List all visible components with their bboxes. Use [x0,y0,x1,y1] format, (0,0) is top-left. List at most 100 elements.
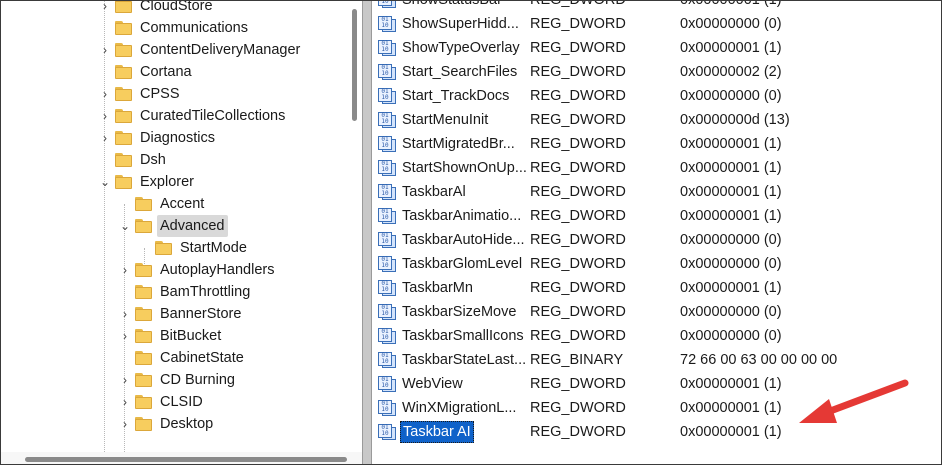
folder-icon [135,351,152,365]
tree-node[interactable]: › BitBucket [1,325,346,347]
chevron-right-icon [139,237,151,259]
value-type: REG_DWORD [530,64,626,80]
chevron-right-icon[interactable]: › [119,413,131,435]
tree-node-label: Communications [140,20,248,36]
tree-node[interactable]: › ContentDeliveryManager [1,39,346,61]
reg-dword-icon: 0110 [378,136,396,152]
tree-node[interactable]: ⌄ Explorer [1,171,346,193]
tree-node-label: CPSS [140,86,180,102]
reg-dword-icon: 0110 [378,184,396,200]
value-type: REG_DWORD [530,1,626,12]
chevron-right-icon[interactable]: › [119,325,131,347]
folder-icon [115,109,132,123]
value-row[interactable]: 01 10 StartMigratedBr... REG_DWORD 0x0000000… [372,132,941,156]
reg-dword-icon: 0110 [378,1,396,8]
value-row[interactable]: 01 10 TaskbarSizeMove REG_DWORD 0x00000000 (… [372,300,941,324]
value-type: REG_DWORD [530,16,626,32]
value-type: REG_DWORD [530,112,626,128]
value-type: REG_DWORD [530,328,626,344]
reg-dword-icon: 0110 [378,112,396,128]
tree-node[interactable]: › CuratedTileCollections [1,105,346,127]
value-name: StartMigratedBr... [402,136,515,152]
value-row[interactable]: 01 10 TaskbarAl REG_DWORD 0x00000001 (1) [372,180,941,204]
tree-node[interactable]: › BannerStore [1,303,346,325]
value-row[interactable]: 01 10 Start_SearchFiles REG_DWORD 0x00000002… [372,60,941,84]
chevron-right-icon[interactable]: › [119,303,131,325]
chevron-right-icon[interactable]: › [99,105,111,127]
tree-node[interactable]: › CD Burning [1,369,346,391]
value-row[interactable]: 0110 ShowStatusBar REG_DWORD 0x00000001 (1) [372,1,941,12]
chevron-right-icon[interactable]: › [99,39,111,61]
chevron-right-icon[interactable]: › [119,369,131,391]
pane-splitter[interactable] [362,1,372,464]
reg-dword-icon: 0110 [378,280,396,296]
tree-node[interactable]: › CLSID [1,391,346,413]
chevron-right-icon[interactable]: › [99,127,111,149]
value-data: 0x00000002 (2) [680,64,782,80]
tree-node[interactable]: › Desktop [1,413,346,435]
tree-node-label: Cortana [140,64,192,80]
chevron-down-icon[interactable]: ⌄ [119,215,131,237]
tree-node[interactable]: › CloudStore [1,1,346,17]
reg-dword-icon: 0110 [378,232,396,248]
tree-node[interactable]: › CPSS [1,83,346,105]
tree-node[interactable]: Dsh [1,149,346,171]
tree-scroll-thumb[interactable] [352,9,357,121]
value-row[interactable]: 01 10 ShowSuperHidd... REG_DWORD 0x00000000 … [372,12,941,36]
chevron-right-icon [119,347,131,369]
value-data: 0x00000000 (0) [680,304,782,320]
value-row[interactable]: 01 10 TaskbarGlomLevel REG_DWORD 0x00000000 … [372,252,941,276]
value-row[interactable]: 01 10 TaskbarSmallIcons REG_DWORD 0x00000000… [372,324,941,348]
value-row[interactable]: 01 10 Start_TrackDocs REG_DWORD 0x00000000 (… [372,84,941,108]
value-type: REG_DWORD [530,88,626,104]
value-name: Start_TrackDocs [402,88,510,104]
tree-node[interactable]: StartMode [1,237,346,259]
tree-node[interactable]: Communications [1,17,346,39]
value-row[interactable]: 01 10 StartShownOnUp... REG_DWORD 0x00000001… [372,156,941,180]
folder-icon [135,285,152,299]
value-row[interactable]: 01 10 ShowTypeOverlay REG_DWORD 0x00000001 (… [372,36,941,60]
tree-node[interactable]: › AutoplayHandlers [1,259,346,281]
value-type: REG_DWORD [530,256,626,272]
red-annotation-arrow [799,379,909,423]
tree-node[interactable]: BamThrottling [1,281,346,303]
value-type: REG_DWORD [530,424,626,440]
tree-horizontal-scrollbar[interactable] [1,452,362,464]
value-row[interactable]: 01 10 TaskbarMn REG_DWORD 0x00000001 (1) [372,276,941,300]
chevron-down-icon[interactable]: ⌄ [99,171,111,193]
folder-icon [135,329,152,343]
value-data: 0x00000000 (0) [680,88,782,104]
key-tree-pane[interactable]: › CloudStore Communications › ContentDeliver… [1,1,362,464]
chevron-right-icon[interactable]: › [99,83,111,105]
tree-node[interactable]: Cortana [1,61,346,83]
folder-icon [135,395,152,409]
tree-hscroll-thumb[interactable] [25,457,347,462]
value-name: TaskbarAl [402,184,466,200]
tree-node-label: Dsh [140,152,166,168]
chevron-right-icon[interactable]: › [119,259,131,281]
value-row[interactable]: 01 10 TaskbarAutoHide... REG_DWORD 0x0000000… [372,228,941,252]
value-row[interactable]: 01 10 TaskbarAnimatio... REG_DWORD 0x0000000… [372,204,941,228]
folder-icon [115,131,132,145]
tree-node[interactable]: Accent [1,193,346,215]
tree-node-label: Explorer [140,174,194,190]
value-type: REG_DWORD [530,136,626,152]
folder-icon [115,21,132,35]
chevron-right-icon[interactable]: › [99,1,111,17]
tree-node[interactable]: ⌄ Advanced [1,215,346,237]
chevron-right-icon [99,17,111,39]
folder-icon [115,43,132,57]
reg-dword-icon: 0110 [378,208,396,224]
folder-icon [135,197,152,211]
tree-node-label: BannerStore [160,306,242,322]
value-row[interactable]: 01 10 TaskbarStateLast... REG_BINARY 72 66 0… [372,348,941,372]
chevron-right-icon[interactable]: › [119,391,131,413]
tree-node[interactable]: CabinetState [1,347,346,369]
tree-node[interactable]: › Diagnostics [1,127,346,149]
value-type: REG_DWORD [530,376,626,392]
tree-vertical-scrollbar[interactable] [346,1,362,464]
folder-icon [115,175,132,189]
value-row[interactable]: 01 10 StartMenuInit REG_DWORD 0x0000000d (13… [372,108,941,132]
reg-dword-icon: 0110 [378,376,396,392]
reg-dword-icon: 0110 [378,304,396,320]
